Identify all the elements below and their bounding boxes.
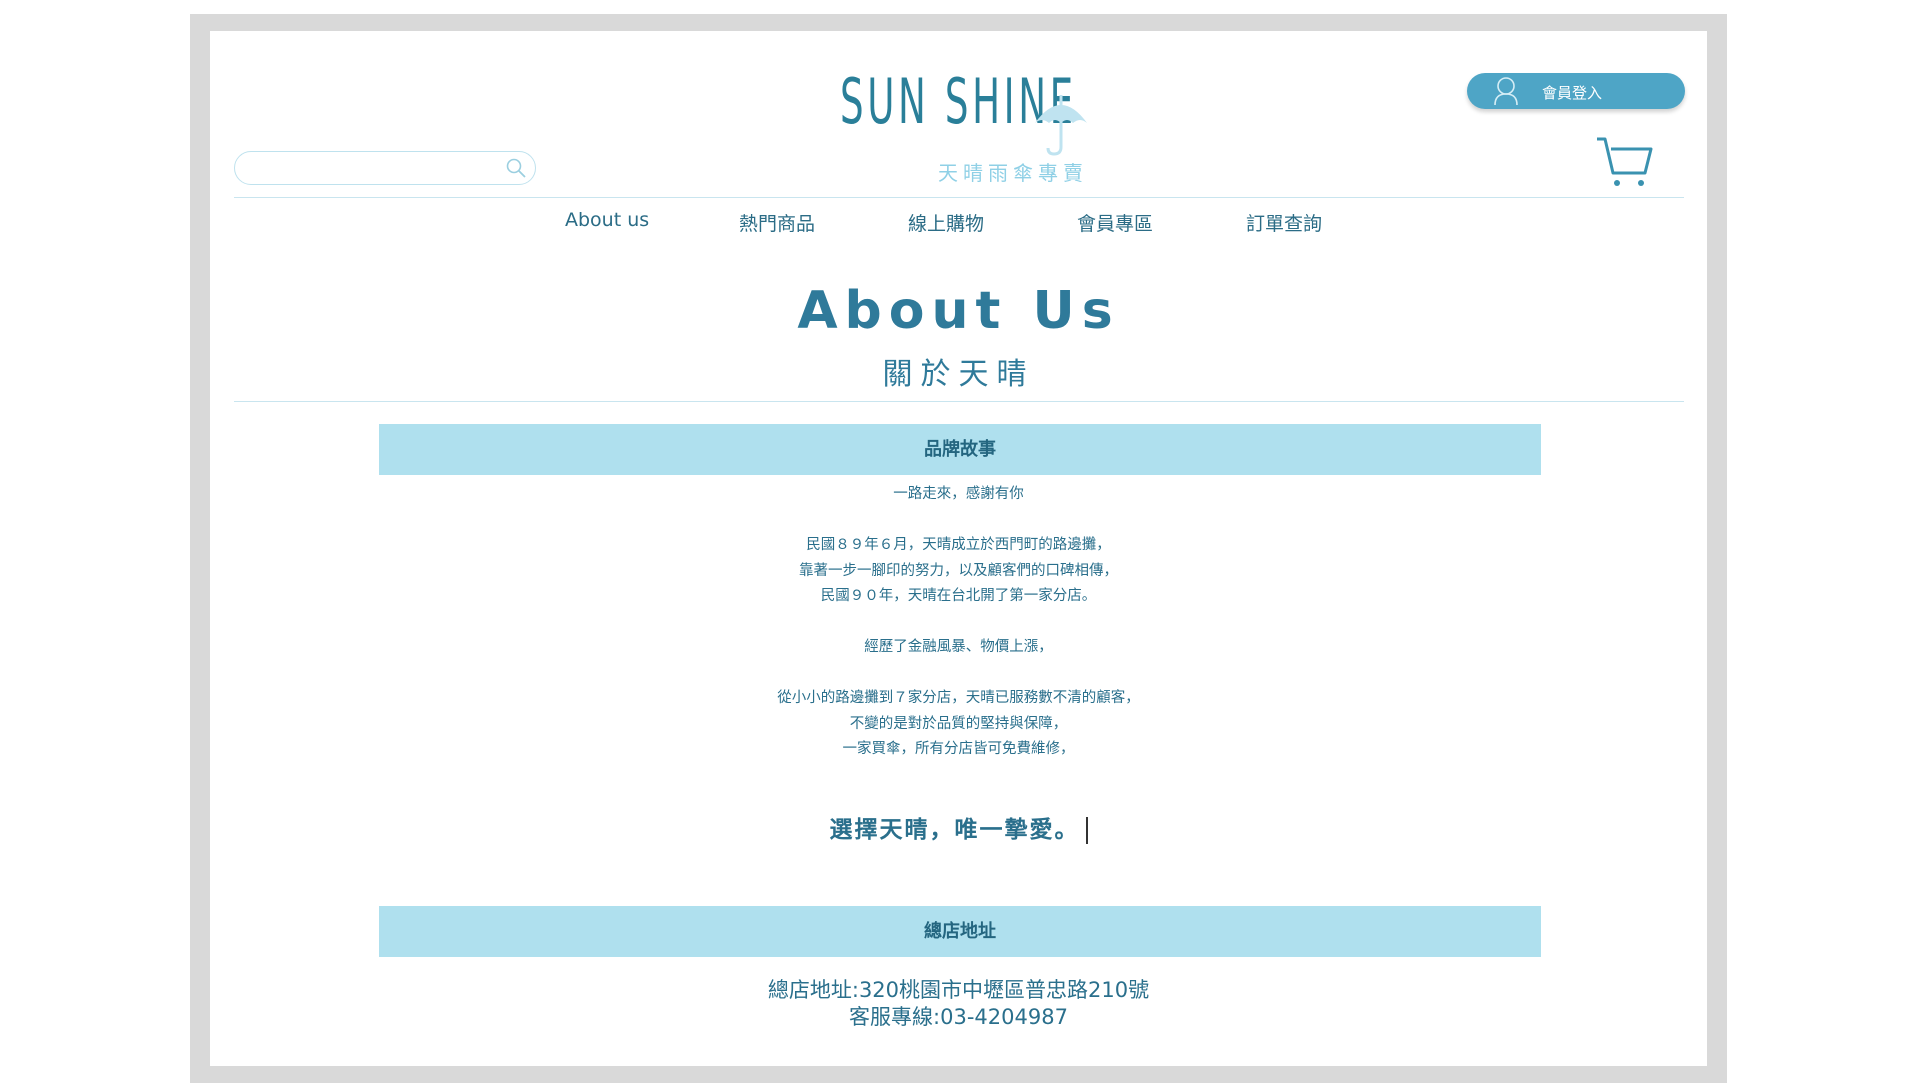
address-block: 總店地址:320桃園市中壢區普忠路210號 客服專線:03-4204987 xyxy=(210,977,1707,1031)
nav-online-shopping[interactable]: 線上購物 xyxy=(908,209,984,236)
brand-subtitle: 天晴雨傘專賣 xyxy=(938,161,1088,185)
story-line: 從小小的路邊攤到７家分店，天晴已服務數不清的顧客， xyxy=(777,690,1140,706)
story-line: 一路走來，感謝有你 xyxy=(893,486,1024,502)
page-title: About Us xyxy=(797,281,1120,341)
title-divider xyxy=(234,401,1684,402)
page-subtitle: 關於天晴 xyxy=(882,357,1035,392)
nav-order-lookup[interactable]: 訂單查詢 xyxy=(1246,209,1322,236)
story-line: 民國８９年６月，天晴成立於西門町的路邊攤， xyxy=(806,537,1111,553)
member-login-button[interactable]: 會員登入 xyxy=(1467,73,1685,109)
cart-icon[interactable] xyxy=(1595,135,1655,193)
story-line: 靠著一步一腳印的努力，以及顧客們的口碑相傳， xyxy=(799,562,1118,579)
phone-line: 客服專線:03-4204987 xyxy=(849,1005,1068,1029)
section-header-story: 品牌故事 xyxy=(379,424,1541,475)
brand-logo[interactable]: SUN SHINE 天晴雨傘專賣 xyxy=(828,65,1128,185)
page-canvas: SUN SHINE 天晴雨傘專賣 會員登入 About us 熱門商品 線上購物… xyxy=(210,31,1707,1066)
story-line: 一家買傘，所有分店皆可免費維修， xyxy=(842,741,1075,757)
story-gap xyxy=(210,508,1707,534)
page-frame: SUN SHINE 天晴雨傘專賣 會員登入 About us 熱門商品 線上購物… xyxy=(190,14,1727,1083)
nav-hot-products[interactable]: 熱門商品 xyxy=(739,209,815,236)
brand-slogan: 選擇天晴，唯一摯愛。 xyxy=(210,810,1707,844)
slogan-text: 選擇天晴，唯一摯愛。 xyxy=(829,817,1080,843)
story-gap xyxy=(210,610,1707,636)
search-box[interactable] xyxy=(234,151,536,185)
story-gap xyxy=(210,661,1707,687)
user-icon xyxy=(1494,77,1518,106)
brand-story-text: 一路走來，感謝有你 民國８９年６月，天晴成立於西門町的路邊攤， 靠著一步一腳印的… xyxy=(210,482,1707,763)
nav-about-us[interactable]: About us xyxy=(565,209,649,231)
address-line: 總店地址:320桃園市中壢區普忠路210號 xyxy=(767,978,1150,1002)
header-divider xyxy=(234,197,1684,198)
search-icon[interactable] xyxy=(505,157,527,179)
story-line: 不變的是對於品質的堅持與保障， xyxy=(849,715,1068,732)
member-login-label: 會員登入 xyxy=(1542,84,1603,102)
story-line: 經歷了金融風暴、物價上漲， xyxy=(864,639,1053,655)
text-cursor xyxy=(1085,817,1088,844)
section-header-address: 總店地址 xyxy=(379,906,1541,957)
story-line: 民國９０年，天晴在台北開了第一家分店。 xyxy=(820,588,1097,604)
main-nav: About us 熱門商品 線上購物 會員專區 訂單查詢 xyxy=(210,209,1707,239)
nav-member-area[interactable]: 會員專區 xyxy=(1077,209,1153,236)
umbrella-icon xyxy=(1035,95,1087,156)
